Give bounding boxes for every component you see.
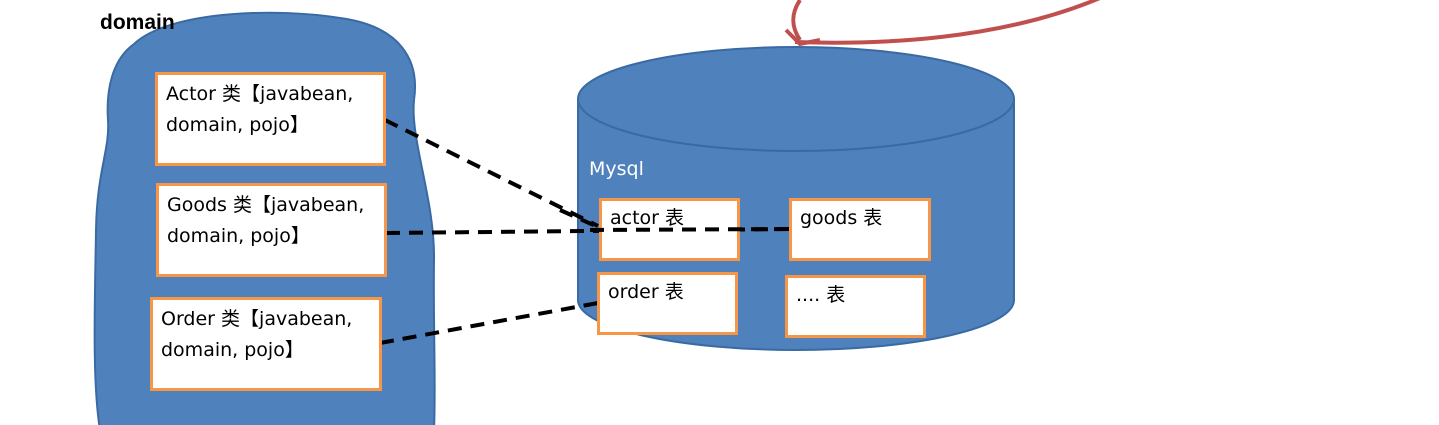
- table-box-etc: .... 表: [785, 275, 926, 338]
- class-box-goods-line2: domain, pojo】: [167, 225, 310, 247]
- mysql-label: Mysql: [589, 158, 644, 180]
- table-box-goods: goods 表: [789, 198, 931, 261]
- class-box-actor-line1: Actor 类【javabean,: [166, 83, 354, 105]
- class-box-goods: Goods 类【javabean, domain, pojo】: [156, 183, 387, 277]
- class-box-actor-line2: domain, pojo】: [166, 114, 309, 136]
- table-box-order: order 表: [597, 272, 738, 335]
- table-box-actor: actor 表: [599, 198, 740, 261]
- class-box-order-line2: domain, pojo】: [161, 339, 304, 361]
- class-box-order-line1: Order 类【javabean,: [161, 308, 353, 330]
- incoming-arrow: [784, 0, 1101, 47]
- class-box-order: Order 类【javabean, domain, pojo】: [150, 297, 382, 391]
- class-box-goods-line1: Goods 类【javabean,: [167, 194, 365, 216]
- class-box-actor: Actor 类【javabean, domain, pojo】: [155, 72, 386, 166]
- domain-label: domain: [100, 11, 175, 34]
